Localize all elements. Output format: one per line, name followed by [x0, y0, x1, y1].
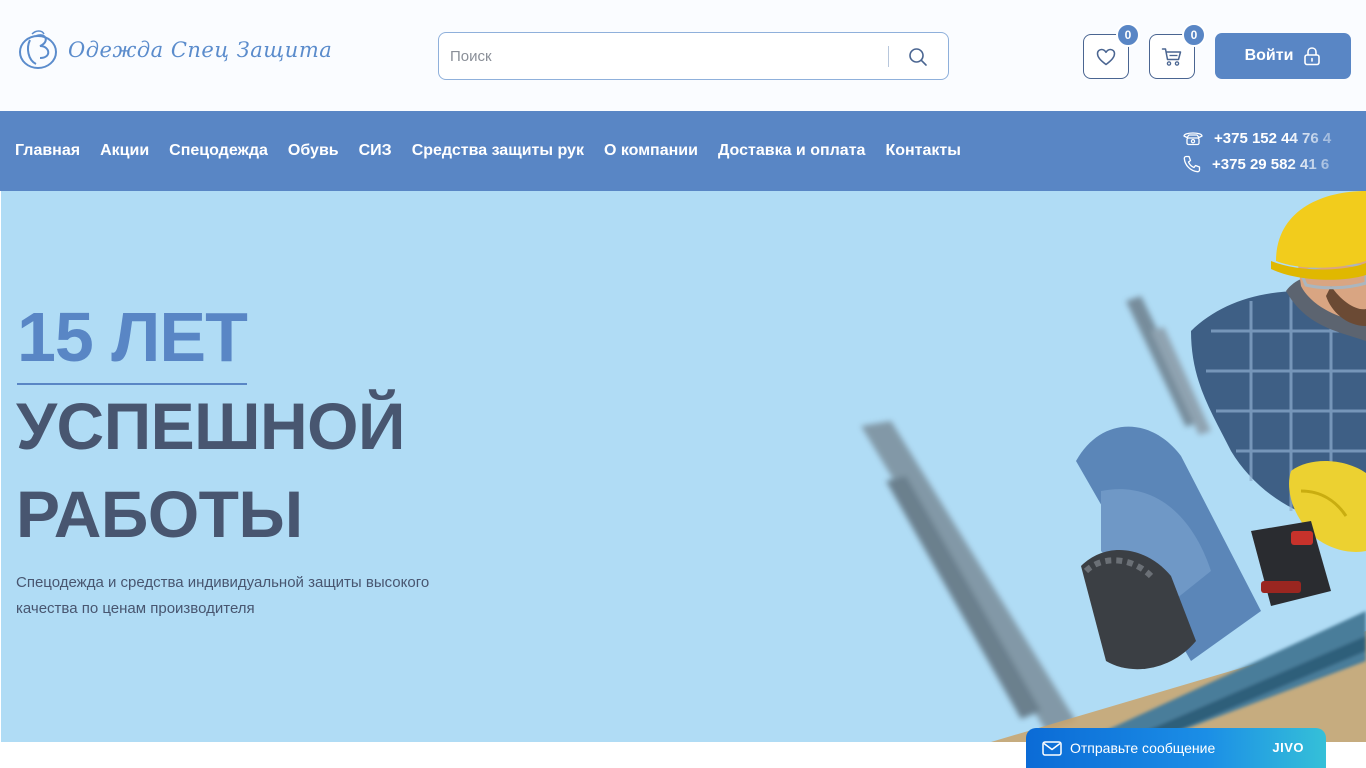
favorites-count-badge: 0: [1116, 23, 1140, 47]
hero-title-line-1: 15 ЛЕТ: [17, 295, 248, 385]
hero-description: Спецодежда и средства индивидуальной защ…: [16, 574, 430, 617]
login-label: Войти: [1244, 47, 1294, 64]
logo[interactable]: Одежда Спец Защита: [16, 28, 332, 72]
phone-row-landline: +375 152 44 76 4: [1182, 125, 1366, 151]
phone-number-landline[interactable]: +375 152 44 76 4: [1214, 130, 1331, 147]
chat-widget-button[interactable]: Отправьте сообщение JIVO: [1026, 728, 1326, 768]
chat-widget-label: Отправьте сообщение: [1070, 740, 1216, 756]
phone-row-mobile: +375 29 582 41 6: [1182, 151, 1366, 177]
search-input[interactable]: [450, 33, 880, 79]
nav-item-delivery[interactable]: Доставка и оплата: [718, 142, 866, 160]
login-button[interactable]: Войти: [1215, 33, 1351, 79]
hero-title-line-2: УСПЕШНОЙ: [16, 389, 405, 463]
search-icon: [909, 48, 927, 66]
search-divider: [888, 46, 889, 67]
lock-icon: [1304, 47, 1321, 66]
phone-number-mobile[interactable]: +375 29 582 41 6: [1212, 156, 1329, 173]
nav-item-home[interactable]: Главная: [15, 142, 80, 160]
worker-illustration: [861, 191, 1366, 742]
cart-button[interactable]: 0: [1149, 23, 1206, 79]
main-nav: Главная Акции Спецодежда Обувь СИЗ Средс…: [0, 111, 1366, 191]
cart-count-badge: 0: [1182, 23, 1206, 47]
nav-menu: Главная Акции Спецодежда Обувь СИЗ Средс…: [15, 111, 961, 191]
phone-list: +375 152 44 76 4 +375 29 582 41 6: [1182, 125, 1366, 177]
nav-item-contacts[interactable]: Контакты: [885, 142, 960, 160]
telephone-icon: [1183, 132, 1203, 146]
page: Одежда Спец Защита 0: [0, 0, 1366, 768]
search-box: [438, 32, 949, 80]
cart-icon: [1161, 47, 1182, 66]
nav-item-footwear[interactable]: Обувь: [288, 142, 339, 160]
logo-text: Одежда Спец Защита: [68, 38, 333, 62]
favorites-button[interactable]: 0: [1083, 23, 1140, 79]
mobile-phone-icon: [1183, 155, 1201, 173]
envelope-icon: [1042, 740, 1062, 756]
hero-banner: 15 ЛЕТ УСПЕШНОЙ РАБОТЫ Спецодежда и сред…: [1, 191, 1366, 742]
nav-item-hand-protection[interactable]: Средства защиты рук: [412, 142, 584, 160]
search-button[interactable]: [901, 43, 935, 71]
nav-item-promotions[interactable]: Акции: [100, 142, 149, 160]
jivo-logo: JIVO: [1272, 740, 1304, 755]
nav-item-workwear[interactable]: Спецодежда: [169, 142, 268, 160]
logo-mark-icon: [19, 30, 57, 69]
heart-icon: [1096, 48, 1116, 65]
hero-title-line-3: РАБОТЫ: [16, 477, 303, 551]
header: Одежда Спец Защита 0: [0, 0, 1366, 111]
nav-item-about[interactable]: О компании: [604, 142, 698, 160]
nav-item-ppe[interactable]: СИЗ: [359, 142, 392, 160]
